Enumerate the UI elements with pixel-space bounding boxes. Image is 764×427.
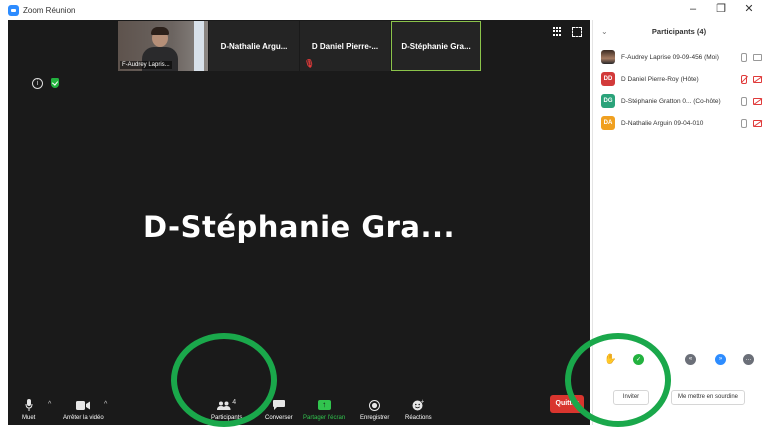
smiley-icon: +: [405, 398, 432, 412]
thumbnail-name: D-Nathalie Argu...: [220, 41, 288, 51]
video-off-icon[interactable]: [753, 75, 762, 83]
microphone-icon[interactable]: [741, 96, 747, 106]
participant-row[interactable]: DD D Daniel Pierre-Roy (Hôte): [601, 68, 764, 90]
record-icon: [360, 398, 389, 412]
thumbnail-name: F-Audrey Lapris...: [120, 61, 172, 69]
video-off-icon[interactable]: [753, 119, 762, 127]
close-button[interactable]: ✕: [744, 3, 754, 15]
window-controls: – ❐ ✕: [688, 3, 754, 15]
thumbnail-active-speaker[interactable]: D-Stéphanie Gra...: [391, 21, 481, 71]
chevron-up-icon[interactable]: ^: [48, 401, 51, 408]
faster-icon[interactable]: »: [715, 353, 726, 365]
slower-icon[interactable]: «: [685, 353, 696, 365]
participant-row[interactable]: F-Audrey Laprise 09-09-456 (Moi): [601, 46, 764, 68]
participant-name: D Daniel Pierre-Roy (Hôte): [621, 75, 699, 83]
microphone-icon[interactable]: [741, 52, 747, 62]
restore-button[interactable]: ❐: [716, 3, 726, 15]
fullscreen-icon[interactable]: [572, 27, 582, 37]
panel-header: ⌄ Participants (4): [593, 20, 764, 46]
encryption-shield-icon[interactable]: [51, 78, 59, 88]
svg-text:+: +: [421, 399, 425, 405]
minimize-button[interactable]: –: [688, 3, 698, 15]
thumbnail-name: D Daniel Pierre-...: [311, 41, 379, 51]
microphone-icon[interactable]: [741, 118, 747, 128]
meeting-stage: F-Audrey Lapris... D-Nathalie Argu... D …: [8, 20, 590, 425]
muted-mic-icon[interactable]: [741, 74, 747, 84]
share-screen-button[interactable]: ↑ Partager l'écran: [303, 398, 345, 421]
participant-name: F-Audrey Laprise 09-09-456 (Moi): [621, 53, 719, 61]
window-title: Zoom Réunion: [23, 5, 76, 15]
participants-title: Participants (4): [651, 27, 707, 36]
mute-button[interactable]: Muet: [22, 398, 35, 421]
avatar: DA: [601, 116, 615, 130]
record-button[interactable]: Enregistrer: [360, 398, 389, 421]
avatar: DG: [601, 94, 615, 108]
view-controls: [553, 27, 582, 37]
video-camera-icon[interactable]: [753, 53, 762, 61]
thumbnail-name: D-Stéphanie Gra...: [401, 41, 471, 51]
share-arrow-icon: ↑: [317, 400, 331, 410]
info-icon[interactable]: i: [32, 78, 43, 89]
thumbnail-participant[interactable]: D Daniel Pierre-... 🎙: [300, 21, 390, 71]
thumbnail-self-video[interactable]: F-Audrey Lapris...: [118, 21, 208, 71]
mute-self-button[interactable]: Me mettre en sourdine: [671, 390, 745, 405]
participant-row[interactable]: DG D-Stéphanie Gratton 0... (Co-hôte): [601, 90, 764, 112]
annotation-circle: [171, 333, 277, 427]
participant-name: D-Nathalie Arguin 09-04-010: [621, 119, 704, 127]
thumbnail-participant[interactable]: D-Nathalie Argu...: [209, 21, 299, 71]
stop-video-button[interactable]: Arrêter la vidéo: [63, 398, 104, 421]
video-camera-icon: [63, 398, 104, 412]
avatar: DD: [601, 72, 615, 86]
chevron-down-icon[interactable]: ⌄: [601, 20, 608, 44]
gallery-view-icon[interactable]: [553, 27, 562, 36]
meeting-status: i: [32, 78, 59, 89]
meeting-toolbar: Muet ^ Arrêter la vidéo ^ 4 Participants…: [8, 385, 590, 425]
annotation-circle: [565, 333, 671, 427]
participant-name: D-Stéphanie Gratton 0... (Co-hôte): [621, 97, 721, 105]
video-off-icon[interactable]: [753, 97, 762, 105]
microphone-icon: [22, 398, 35, 412]
more-icon[interactable]: …: [743, 353, 754, 365]
participant-row[interactable]: DA D-Nathalie Arguin 09-04-010: [601, 112, 764, 134]
active-speaker-name: D-Stéphanie Gra...: [142, 210, 456, 244]
avatar: [601, 50, 615, 64]
title-bar: Zoom Réunion – ❐ ✕: [0, 0, 764, 20]
participants-list: F-Audrey Laprise 09-09-456 (Moi) DD D Da…: [593, 46, 764, 134]
chevron-up-icon[interactable]: ^: [104, 401, 107, 408]
muted-mic-icon: 🎙: [304, 59, 315, 68]
zoom-logo-icon: [8, 4, 19, 16]
reactions-button[interactable]: + Réactions: [405, 398, 432, 421]
thumbnail-strip: F-Audrey Lapris... D-Nathalie Argu... D …: [118, 21, 482, 73]
